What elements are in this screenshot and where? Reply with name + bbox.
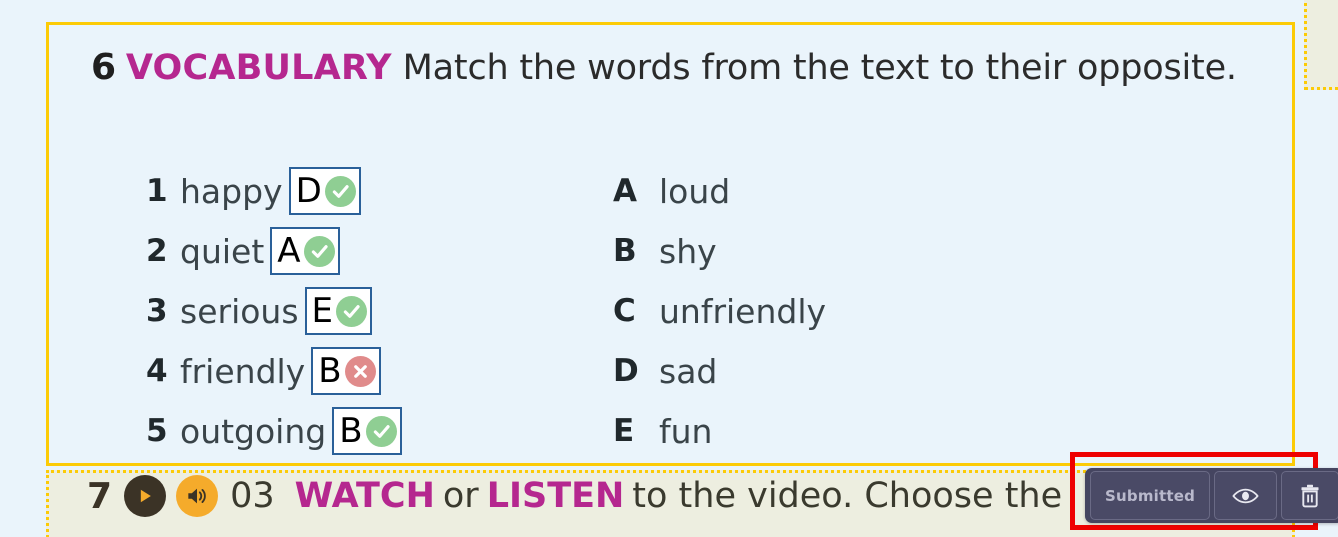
exercise-7-instruction: to the video. Choose the: [632, 476, 1063, 516]
exercise-6-number: 6: [91, 47, 116, 88]
status-badge-submitted[interactable]: Submitted: [1090, 471, 1211, 520]
exercise-7-heading: 7 03 WATCH or LISTEN to the video. Choos…: [87, 475, 1062, 517]
option-row: E fun: [613, 401, 1033, 461]
exercise-6-label: VOCABULARY: [125, 48, 392, 88]
exercise-6-instruction: Match the words from the text to their o…: [402, 48, 1237, 88]
question-word: quiet: [180, 231, 265, 271]
trash-icon: [1299, 484, 1321, 508]
option-row: B shy: [613, 221, 1033, 281]
question-row: 3 serious E: [146, 281, 576, 341]
exercise-7-connector: or: [442, 476, 479, 516]
answer-letter: D: [295, 171, 322, 211]
exercise-6-heading: 6 VOCABULARY Match the words from the tex…: [91, 41, 1272, 95]
question-word: friendly: [180, 351, 306, 391]
question-row: 4 friendly B: [146, 341, 576, 401]
question-word: happy: [180, 171, 283, 211]
option-text: loud: [659, 171, 731, 211]
question-word: serious: [180, 291, 299, 331]
options-column: A loud B shy C unfriendly D sad E fun: [613, 161, 1033, 461]
worksheet-page: 6 VOCABULARY Match the words from the tex…: [0, 0, 1338, 537]
answer-action-toolbar: Submitted: [1085, 468, 1338, 523]
option-text: unfriendly: [659, 291, 827, 331]
option-key: C: [613, 293, 636, 329]
question-row: 1 happy D: [146, 161, 576, 221]
audio-track-number: 03: [230, 476, 275, 516]
answer-input-3[interactable]: E: [304, 287, 373, 335]
answer-letter: A: [277, 231, 301, 271]
option-text: fun: [659, 411, 713, 451]
question-number: 5: [146, 413, 168, 449]
question-row: 2 quiet A: [146, 221, 576, 281]
eye-icon: [1232, 486, 1259, 506]
preview-answers-button[interactable]: [1214, 471, 1278, 520]
option-key: B: [613, 233, 637, 269]
option-row: C unfriendly: [613, 281, 1033, 341]
answer-input-2[interactable]: A: [270, 227, 340, 275]
exercise-7-keyword-watch: WATCH: [294, 476, 435, 516]
question-number: 1: [146, 173, 168, 209]
question-row: 5 outgoing B: [146, 401, 576, 461]
option-text: shy: [659, 231, 717, 271]
correct-icon: [336, 295, 368, 327]
answer-input-4[interactable]: B: [311, 347, 381, 395]
option-row: A loud: [613, 161, 1033, 221]
adjacent-page-block: [1304, 0, 1338, 90]
play-icon[interactable]: [124, 475, 167, 517]
speaker-icon[interactable]: [176, 475, 219, 517]
option-row: D sad: [613, 341, 1033, 401]
question-number: 4: [146, 353, 168, 389]
exercise-7-number: 7: [87, 475, 113, 517]
correct-icon: [324, 175, 356, 207]
delete-answers-button[interactable]: [1281, 471, 1338, 520]
questions-column: 1 happy D 2 quiet A 3 serious E 4 friend…: [146, 161, 576, 461]
incorrect-icon: [344, 355, 376, 387]
answer-letter: E: [311, 291, 334, 331]
question-number: 3: [146, 293, 168, 329]
answer-letter: B: [339, 411, 363, 451]
correct-icon: [303, 235, 335, 267]
answer-letter: B: [318, 351, 342, 391]
answer-input-5[interactable]: B: [332, 407, 402, 455]
question-number: 2: [146, 233, 168, 269]
correct-icon: [365, 415, 397, 447]
exercise-6-card: 6 VOCABULARY Match the words from the tex…: [46, 22, 1295, 466]
question-word: outgoing: [180, 411, 327, 451]
answer-input-1[interactable]: D: [288, 167, 361, 215]
option-text: sad: [659, 351, 718, 391]
option-key: A: [613, 173, 637, 209]
option-key: E: [613, 413, 635, 449]
option-key: D: [613, 353, 639, 389]
exercise-7-keyword-listen: LISTEN: [486, 476, 625, 516]
